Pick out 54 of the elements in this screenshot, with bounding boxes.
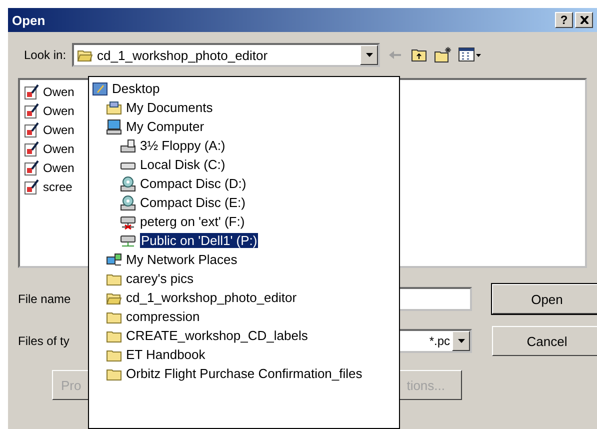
file-item[interactable]: Owen (43, 161, 74, 175)
location-item[interactable]: Public on 'Dell1' (P:) (140, 233, 258, 248)
network-places-icon (106, 252, 122, 268)
cancel-button[interactable]: Cancel (492, 326, 597, 356)
help-button[interactable]: ? (555, 12, 573, 28)
cd-drive-icon (120, 194, 136, 210)
dropdown-arrow-icon (366, 53, 373, 57)
location-item[interactable]: compression (126, 309, 200, 324)
dropdown-arrow-icon (458, 339, 464, 343)
look-in-dropdown[interactable]: cd_1_workshop_photo_editor (72, 43, 380, 67)
file-item[interactable]: scree (43, 180, 72, 194)
view-menu-icon[interactable] (458, 46, 482, 64)
computer-icon (106, 118, 122, 134)
image-file-icon (24, 122, 40, 138)
location-item[interactable]: Compact Disc (E:) (140, 195, 246, 210)
location-item[interactable]: My Documents (126, 100, 213, 115)
network-drive-icon (120, 232, 136, 248)
location-item[interactable]: 3½ Floppy (A:) (140, 138, 226, 153)
image-file-icon (24, 141, 40, 157)
dropdown-button[interactable] (360, 45, 378, 65)
location-item[interactable]: cd_1_workshop_photo_editor (126, 290, 297, 305)
location-item[interactable]: Desktop (112, 81, 160, 96)
dropdown-button[interactable] (452, 331, 470, 351)
file-name-label: File name (18, 292, 72, 306)
window-title: Open (12, 12, 46, 28)
image-file-icon (24, 103, 40, 119)
floppy-drive-icon (120, 138, 136, 154)
cd-drive-icon (120, 176, 136, 192)
file-type-label: Files of ty (18, 334, 70, 348)
location-item[interactable]: My Network Places (126, 252, 238, 267)
image-file-icon (24, 84, 40, 100)
close-icon (580, 16, 588, 24)
new-folder-icon[interactable] (434, 46, 452, 64)
location-item[interactable]: CREATE_workshop_CD_labels (126, 328, 308, 343)
network-drive-icon (120, 214, 136, 230)
folder-icon (106, 100, 122, 116)
location-item[interactable]: ET Handbook (126, 347, 206, 362)
location-item[interactable]: Compact Disc (D:) (140, 176, 246, 191)
open-button[interactable]: Open (492, 284, 597, 314)
location-item[interactable]: My Computer (126, 119, 204, 134)
image-file-icon (24, 179, 40, 195)
location-item[interactable]: carey's pics (126, 271, 194, 286)
look-in-label: Look in: (24, 48, 66, 62)
file-type-value: *.pc (429, 334, 450, 348)
image-file-icon (24, 160, 40, 176)
file-item[interactable]: Owen (43, 85, 74, 99)
file-item[interactable]: Owen (43, 104, 74, 118)
location-item[interactable]: peterg on 'ext' (F:) (140, 214, 245, 229)
file-item[interactable]: Owen (43, 142, 74, 156)
close-button[interactable] (575, 12, 593, 28)
location-item[interactable]: Orbitz Flight Purchase Confirmation_files (126, 366, 362, 381)
file-item[interactable]: Owen (43, 123, 74, 137)
desktop-icon (92, 80, 108, 96)
location-item[interactable]: Local Disk (C:) (140, 157, 226, 172)
